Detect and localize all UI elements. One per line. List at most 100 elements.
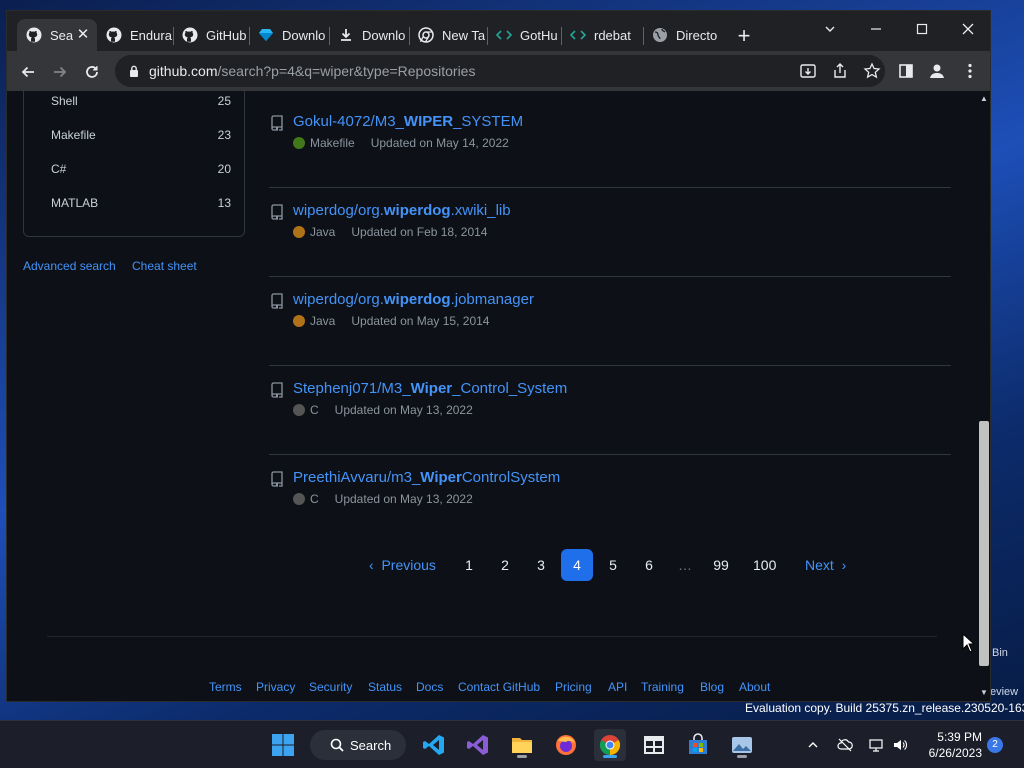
footer-link-pricing[interactable]: Pricing (555, 680, 592, 694)
repo-link[interactable]: Stephenj071/M3_Wiper_Control_System (293, 380, 567, 397)
language-filter-item[interactable]: Shell 25 (51, 94, 231, 114)
tab-search-dropdown-icon[interactable] (807, 15, 853, 43)
footer-link-api[interactable]: API (608, 680, 627, 694)
footer-link-training[interactable]: Training (641, 680, 684, 694)
profile-icon[interactable] (928, 62, 946, 80)
new-tab-button[interactable]: + (733, 25, 755, 48)
language-filter-item[interactable]: Makefile 23 (51, 128, 231, 148)
tab-download-1[interactable]: Downlo (249, 19, 329, 51)
volume-icon[interactable] (892, 737, 908, 753)
close-tab-icon[interactable]: ✕ (75, 27, 91, 43)
previous-page-button[interactable]: ‹ Previous (363, 549, 442, 581)
install-app-icon[interactable] (799, 62, 817, 80)
footer-link-privacy[interactable]: Privacy (256, 680, 295, 694)
side-panel-icon[interactable] (897, 62, 915, 80)
tab-rdebat[interactable]: rdebat (561, 19, 643, 51)
maximize-icon[interactable] (899, 15, 945, 43)
scrollbar-thumb[interactable] (979, 421, 989, 666)
scroll-up-arrow-icon[interactable]: ▲ (980, 95, 988, 103)
file-explorer-icon[interactable] (506, 729, 538, 761)
language-filter-item[interactable]: C# 20 (51, 162, 231, 182)
clock-date: 6/26/2023 (928, 746, 982, 760)
diamond-icon (258, 27, 274, 43)
address-bar[interactable]: github.com/search?p=4&q=wiper&type=Repos… (115, 55, 885, 87)
footer-link-security[interactable]: Security (309, 680, 352, 694)
system-clock[interactable]: 5:39 PM 6/26/2023 (918, 729, 982, 761)
reload-button[interactable] (79, 59, 105, 85)
language-filter-item[interactable]: MATLAB 13 (51, 196, 231, 216)
tab-new-tab[interactable]: New Ta (409, 19, 487, 51)
cheat-sheet-link[interactable]: Cheat sheet (132, 259, 197, 273)
chevron-right-icon: › (841, 557, 847, 573)
language-color-dot (293, 315, 305, 327)
repo-link[interactable]: PreethiAvvaru/m3_WiperControlSystem (293, 469, 560, 486)
firefox-icon[interactable] (550, 729, 582, 761)
microsoft-store-icon[interactable] (682, 729, 714, 761)
cloud-offline-icon[interactable] (837, 737, 853, 753)
page-1-button[interactable]: 1 (453, 549, 485, 581)
tab-gothub[interactable]: GotHu (487, 19, 561, 51)
back-button[interactable] (15, 59, 41, 85)
repo-name-part: wiperdog/org. (293, 202, 384, 219)
chrome-taskbar-icon[interactable] (594, 729, 626, 761)
show-hidden-icons-chevron-icon[interactable] (805, 737, 821, 753)
code-icon (496, 27, 512, 43)
notification-count-badge[interactable]: 2 (987, 737, 1003, 753)
next-page-button[interactable]: Next › (799, 549, 852, 581)
repo-result: wiperdog/org.wiperdog.xwiki_lib Java Upda… (269, 188, 951, 277)
repo-icon (269, 293, 285, 309)
share-icon[interactable] (831, 62, 849, 80)
tab-directory[interactable]: Directo (643, 19, 721, 51)
language-name: MATLAB (51, 196, 99, 210)
visual-studio-icon[interactable] (462, 729, 494, 761)
tab-search[interactable]: Sea ✕ (17, 19, 97, 51)
page-6-button[interactable]: 6 (633, 549, 665, 581)
forward-button[interactable] (47, 59, 73, 85)
page-scrollbar[interactable]: ▲ ▼ (976, 91, 990, 701)
advanced-search-link[interactable]: Advanced search (23, 259, 116, 273)
repo-link[interactable]: wiperdog/org.wiperdog.xwiki_lib (293, 202, 511, 219)
start-windows-icon[interactable] (267, 729, 299, 761)
repo-language: Java (310, 225, 336, 239)
url-text[interactable]: github.com/search?p=4&q=wiper&type=Repos… (149, 63, 475, 79)
close-window-icon[interactable] (945, 15, 990, 43)
vscode-icon[interactable] (418, 729, 450, 761)
scroll-down-arrow-icon[interactable]: ▼ (980, 689, 988, 697)
more-menu-icon[interactable] (961, 62, 979, 80)
repo-meta: C Updated on May 13, 2022 (293, 492, 473, 506)
network-icon[interactable] (868, 737, 884, 753)
repo-name-highlight: Wiper (410, 380, 453, 397)
footer-link-status[interactable]: Status (368, 680, 402, 694)
tab-download-2[interactable]: Downlo (329, 19, 409, 51)
github-icon (26, 27, 42, 43)
repo-result: Stephenj071/M3_Wiper_Control_System C Upd… (269, 366, 951, 455)
windows-app-icon[interactable] (638, 729, 670, 761)
repo-name-highlight: WIPER (403, 113, 454, 130)
tab-endura[interactable]: Endura (97, 19, 173, 51)
page-4-current[interactable]: 4 (561, 549, 593, 581)
page-99-button[interactable]: 99 (705, 549, 737, 581)
taskbar-search-button[interactable]: Search (310, 730, 406, 760)
footer-link-terms[interactable]: Terms (209, 680, 242, 694)
footer-link-about[interactable]: About (739, 680, 770, 694)
page-100-button[interactable]: 100 (747, 549, 782, 581)
download-icon (338, 27, 354, 43)
repo-name-part: _SYSTEM (453, 113, 524, 130)
page-2-button[interactable]: 2 (489, 549, 521, 581)
bookmark-star-icon[interactable] (863, 62, 881, 80)
footer-link-blog[interactable]: Blog (700, 680, 724, 694)
code-icon (570, 27, 586, 43)
repo-name-part: .jobmanager (450, 291, 534, 308)
lock-icon[interactable] (127, 64, 141, 78)
page-5-button[interactable]: 5 (597, 549, 629, 581)
repo-link[interactable]: Gokul-4072/M3_WIPER_SYSTEM (293, 113, 523, 130)
footer-link-docs[interactable]: Docs (416, 680, 443, 694)
page-3-button[interactable]: 3 (525, 549, 557, 581)
minimize-icon[interactable] (853, 15, 899, 43)
footer-link-contact[interactable]: Contact GitHub (458, 680, 540, 694)
search-icon (330, 738, 344, 752)
previous-label: Previous (381, 557, 436, 573)
repo-link[interactable]: wiperdog/org.wiperdog.jobmanager (293, 291, 534, 308)
tab-github[interactable]: GitHub (173, 19, 249, 51)
photos-icon[interactable] (726, 729, 758, 761)
